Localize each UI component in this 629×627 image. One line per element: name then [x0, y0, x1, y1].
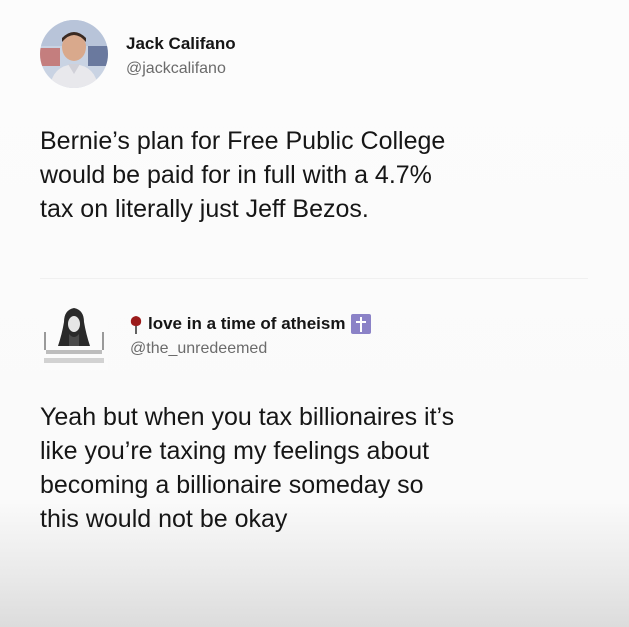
tweet-text-line: would be paid for in full with a 4.7%: [40, 161, 432, 189]
tweet-text-line: Bernie’s plan for Free Public College: [40, 127, 446, 155]
author-name-text: love in a time of atheism: [148, 314, 346, 333]
tweet-text-line: tax on literally just Jeff Bezos.: [40, 195, 369, 223]
rose-icon: [128, 314, 144, 334]
divider: [40, 278, 588, 279]
drawn-figure-avatar-icon: [40, 302, 108, 370]
author-handle[interactable]: @jackcalifano: [126, 60, 226, 78]
author-handle[interactable]: @the_unredeemed: [130, 340, 267, 358]
tweet-text-line: like you’re taxing my feelings about: [40, 437, 430, 465]
author-name[interactable]: Jack Califano: [126, 34, 236, 54]
tweet-text-line: this would not be okay: [40, 505, 288, 533]
author-name[interactable]: love in a time of atheism: [128, 314, 372, 334]
tweet-text-line: becoming a billionaire someday so: [40, 471, 424, 499]
tweet-text-line: Yeah but when you tax billionaires it’s: [40, 403, 455, 431]
person-photo-avatar-icon: [40, 20, 108, 88]
screenshot: Jack Califano @jackcalifano Bernie’s pla…: [0, 0, 629, 627]
cross-icon: [351, 314, 372, 334]
tweet-text: Bernie’s plan for Free Public College wo…: [40, 124, 600, 226]
tweet-text: Yeah but when you tax billionaires it’s …: [40, 400, 600, 536]
avatar[interactable]: [40, 302, 108, 370]
avatar[interactable]: [40, 20, 108, 88]
